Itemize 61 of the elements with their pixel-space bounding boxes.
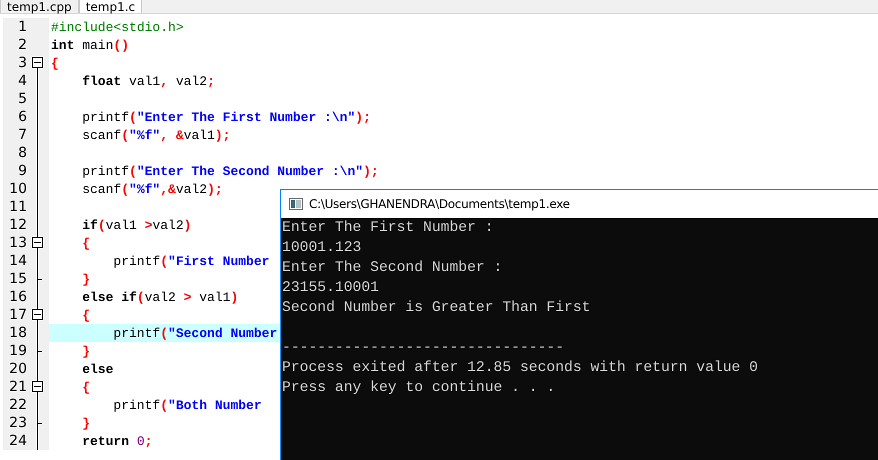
console-icon: [289, 198, 303, 210]
code-line: #include<stdio.h>: [51, 19, 184, 37]
line-number: 6: [17, 108, 27, 126]
code-line: scanf("%f",&val2);: [82, 181, 223, 199]
line-number: 13: [8, 234, 27, 252]
file-tab[interactable]: temp1.cpp: [0, 0, 79, 13]
line-number: 4: [17, 72, 27, 90]
code-line: float val1, val2;: [82, 73, 215, 91]
line-number: 16: [8, 288, 27, 306]
code-line: else: [82, 361, 114, 379]
code-line: scanf("%f", &val1);: [82, 127, 230, 145]
line-number: 10: [8, 180, 27, 198]
line-number: 1: [17, 18, 27, 36]
code-line: printf("Enter The Second Number :\n");: [82, 163, 379, 181]
fold-toggle[interactable]: [32, 381, 43, 392]
console-output: Press any key to continue . . .: [282, 379, 556, 398]
code-line: }: [82, 271, 90, 289]
code-line: int main(): [51, 37, 130, 55]
code-line: }: [82, 343, 90, 361]
console-separator: --------------------------------: [282, 339, 566, 358]
line-number: 8: [17, 144, 27, 162]
code-line: if(val1 >val2): [82, 217, 192, 235]
file-tab[interactable]: temp1.c: [78, 0, 142, 13]
code-line: {: [82, 307, 90, 325]
code-line: {: [82, 235, 90, 253]
code-line: printf("Both Number: [113, 397, 262, 415]
console-output: Process exited after 12.85 seconds with return value 0: [282, 359, 759, 378]
line-number: 19: [8, 342, 27, 360]
line-number: 7: [17, 126, 27, 144]
line-number: 3: [17, 54, 27, 72]
line-number: 5: [17, 90, 27, 108]
line-number: 18: [8, 324, 27, 342]
line-number: 14: [8, 252, 27, 270]
line-number: 24: [8, 432, 27, 450]
console-output: 10001.123: [282, 239, 362, 258]
code-line: printf("Enter The First Number :\n");: [82, 109, 371, 127]
window-title: C:\Users\GHANENDRA\Documents\temp1.exe: [309, 197, 570, 211]
line-number: 22: [8, 396, 27, 414]
line-number: 2: [17, 36, 27, 54]
line-number: 9: [17, 162, 27, 180]
code-line: {: [82, 379, 90, 397]
fold-toggle[interactable]: [32, 309, 43, 320]
console-output: Enter The First Number :: [282, 219, 495, 238]
code-line: printf("First Number: [113, 253, 270, 271]
console-output: 23155.10001: [282, 279, 380, 298]
line-number: 11: [8, 198, 27, 216]
code-line: return 0;: [82, 433, 152, 451]
fold-toggle[interactable]: [32, 57, 43, 68]
fold-toggle[interactable]: [32, 237, 43, 248]
line-number: 21: [8, 378, 27, 396]
console-output: Enter The Second Number :: [282, 259, 504, 278]
console-output: Second Number is Greater Than First: [282, 299, 592, 318]
line-number: 15: [8, 270, 27, 288]
code-line: {: [51, 55, 59, 73]
code-line: }: [82, 415, 90, 433]
line-number: 20: [8, 360, 27, 378]
code-line: else if(val2 > val1): [82, 289, 238, 307]
line-number: 23: [8, 414, 27, 432]
code-line: printf("Second Number: [113, 325, 278, 343]
line-number: 17: [8, 306, 27, 324]
line-number: 12: [8, 216, 27, 234]
